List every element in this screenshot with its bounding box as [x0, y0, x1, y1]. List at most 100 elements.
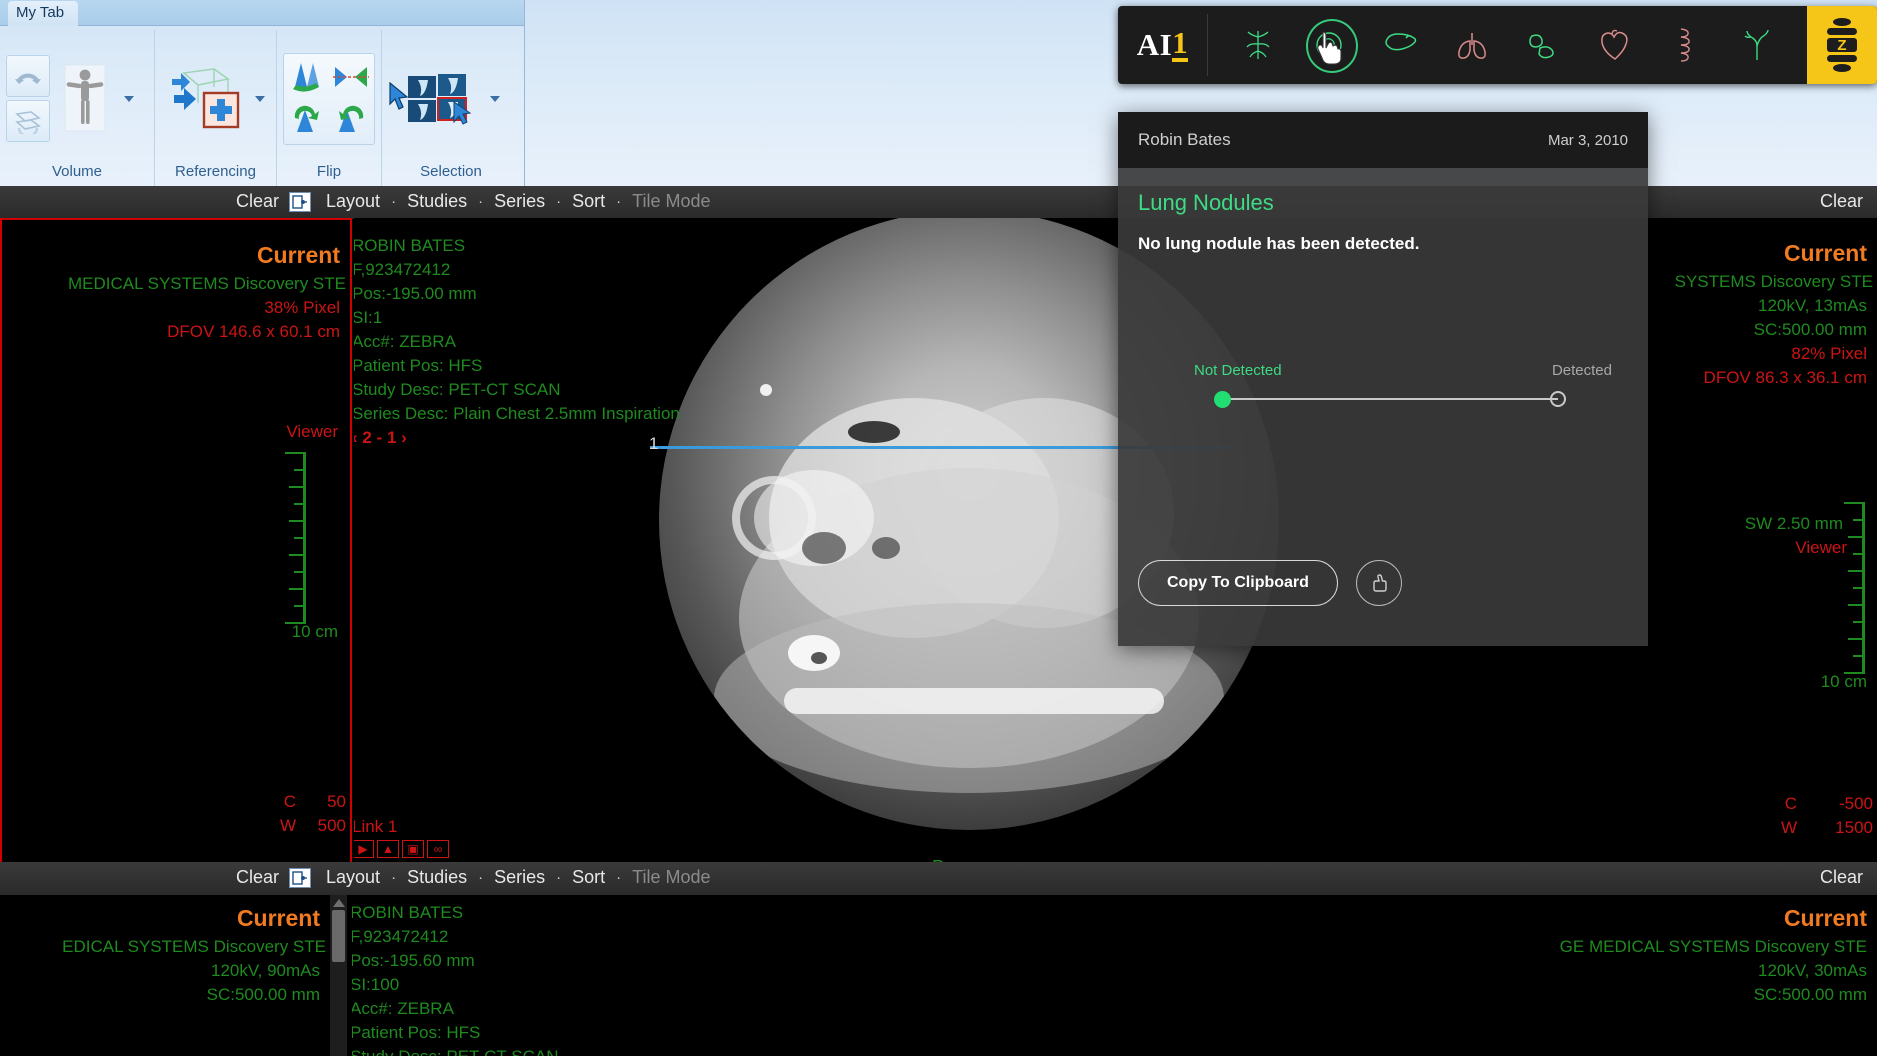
link-indicator: Link 1 ▶ ▲ ▣ ∞	[354, 817, 449, 858]
clear-button-bottom-left[interactable]: Clear	[236, 867, 289, 888]
viewport-toolbar-bottom: Clear Layout · Studies · Series · Sort ·…	[0, 862, 1877, 895]
rotate-right-icon[interactable]	[330, 99, 373, 142]
viewport-pixel-info: 82% Pixel	[1791, 344, 1867, 363]
volume-button-column	[6, 55, 50, 142]
layout-icon[interactable]	[289, 867, 312, 888]
viewport-current-label: Current	[1783, 905, 1867, 931]
viewport-sc-info: SC:500.00 mm	[1753, 320, 1867, 339]
viewport-scrollbar[interactable]	[330, 895, 347, 1056]
viewport-top-left[interactable]: Current MEDICAL SYSTEMS Discovery STE 38…	[0, 218, 352, 872]
selection-dropdown-caret[interactable]	[490, 95, 500, 102]
patient-name: ROBIN BATES	[354, 236, 466, 255]
nerves-icon[interactable]	[1231, 18, 1285, 72]
toolbar-item-tile-mode[interactable]: Tile Mode	[623, 191, 719, 212]
link-chain-icon[interactable]: ∞	[427, 840, 449, 858]
thumbs-down-icon[interactable]	[1355, 560, 1402, 606]
ribbon-group-flip: Flip	[277, 30, 382, 186]
lungs-icon[interactable]	[1445, 18, 1499, 72]
viewport-dfov-info: DFOV 86.3 x 36.1 cm	[1703, 368, 1867, 387]
tab-my-tab[interactable]: My Tab	[8, 1, 79, 26]
scroll-thumb[interactable]	[332, 910, 345, 962]
ruler-label: 10 cm	[1820, 672, 1867, 691]
viewport-patient-overlay: ROBIN BATES F,923472412 Pos:-195.60 mm S…	[352, 901, 558, 1056]
spine-icon[interactable]	[1659, 18, 1713, 72]
flip-horizontal-icon[interactable]	[330, 56, 373, 99]
referencing-icon[interactable]	[167, 57, 247, 141]
toolbar-item-series[interactable]: Series	[485, 191, 554, 212]
ai-panel-body: Lung Nodules No lung nodule has been det…	[1118, 168, 1648, 646]
ribbon-group-label-referencing: Referencing	[175, 163, 256, 180]
layout-icon[interactable]	[289, 191, 312, 212]
reformat-icon[interactable]	[6, 100, 50, 142]
scale-ruler	[285, 452, 306, 624]
viewport-bottom-center[interactable]: ROBIN BATES F,923472412 Pos:-195.60 mm S…	[352, 895, 1877, 1056]
toolbar-item-series[interactable]: Series	[485, 867, 554, 888]
window-center-value: 50	[327, 792, 346, 811]
toolbar-item-layout[interactable]: Layout	[317, 191, 389, 212]
slider-label-detected: Detected	[1551, 362, 1612, 379]
volume-dropdown-caret[interactable]	[124, 95, 134, 102]
copy-to-clipboard-button[interactable]: Copy To Clipboard	[1138, 560, 1338, 606]
rotate-left-icon[interactable]	[286, 99, 329, 142]
clear-button-bottom-right[interactable]: Clear	[1820, 867, 1863, 888]
ai-logo-suffix: 1	[1172, 25, 1189, 62]
patient-id: F,923472412	[352, 927, 449, 946]
ai-panel-header: Robin Bates Mar 3, 2010	[1118, 112, 1648, 168]
vessel-icon[interactable]	[1730, 18, 1784, 72]
clear-button-top-right[interactable]: Clear	[1820, 191, 1863, 212]
toolbar-item-studies[interactable]: Studies	[398, 191, 476, 212]
link-label: Link 1	[354, 817, 398, 836]
flip-vertical-icon[interactable]	[286, 56, 329, 99]
ai-result-panel: Robin Bates Mar 3, 2010 Lung Nodules No …	[1118, 112, 1648, 646]
toolbar-item-sort[interactable]: Sort	[563, 191, 614, 212]
referencing-dropdown-caret[interactable]	[254, 95, 265, 102]
tile-selection-icon[interactable]	[402, 57, 482, 141]
kidneys-icon[interactable]	[1516, 18, 1570, 72]
series-description: Series Desc: Plain Chest 2.5mm Inspirati…	[354, 404, 680, 423]
accession-number: Acc#: ZEBRA	[354, 332, 456, 351]
scroll-up-arrow-icon[interactable]	[332, 899, 345, 907]
liver-icon[interactable]	[1373, 18, 1427, 72]
viewport-scanner-info: EDICAL SYSTEMS Discovery STE	[62, 937, 326, 956]
ai-study-date: Mar 3, 2010	[1547, 131, 1628, 149]
viewport-scanner-info: GE MEDICAL SYSTEMS Discovery STE	[1559, 937, 1867, 956]
ribbon-group-label-flip: Flip	[316, 163, 342, 180]
viewport-viewer-label: Viewer	[286, 422, 338, 441]
up-arrow-icon[interactable]: ▲	[377, 840, 399, 858]
toolbar-separator: ·	[616, 869, 622, 886]
toolbar-item-tile-mode[interactable]: Tile Mode	[623, 867, 719, 888]
viewport-current-label: Current	[256, 242, 340, 268]
ai-slider-labels: Not Detected Detected	[1118, 362, 1648, 379]
viewport-kvp-info: 120kV, 30mAs	[1758, 961, 1867, 980]
ai-logo-prefix: AI	[1136, 27, 1173, 62]
viewport-bottom-left[interactable]: Current EDICAL SYSTEMS Discovery STE 120…	[0, 895, 330, 1056]
brain-icon[interactable]	[1302, 18, 1359, 73]
slice-position: Pos:-195.60 mm	[352, 951, 475, 970]
slider-label-not-detected: Not Detected	[1194, 362, 1282, 379]
toolbar-separator: ·	[478, 193, 484, 210]
heart-icon[interactable]	[1588, 18, 1642, 72]
clear-button-top-left[interactable]: Clear	[236, 191, 289, 212]
toolbar-separator: ·	[616, 193, 622, 210]
volume-icons	[6, 34, 148, 163]
toolbar-item-studies[interactable]: Studies	[398, 867, 476, 888]
toolbar-separator: ·	[391, 869, 397, 886]
slider-knob-active[interactable]	[1214, 391, 1231, 408]
play-icon[interactable]: ▶	[354, 840, 374, 858]
flip-quad	[283, 52, 375, 145]
rotate-icon[interactable]	[6, 55, 50, 97]
slider-knob-inactive[interactable]	[1550, 391, 1566, 407]
ai-patient-name: Robin Bates	[1138, 130, 1231, 149]
image-navigator[interactable]: ‹ 2 - 1 ›	[354, 426, 680, 450]
study-description: Study Desc: PET-CT SCAN	[352, 1045, 558, 1056]
ai-badge-icon[interactable]: Z	[1807, 6, 1877, 84]
body-volume-icon[interactable]	[54, 57, 116, 141]
toolbar-item-sort[interactable]: Sort	[563, 867, 614, 888]
viewport-scanner-info: SYSTEMS Discovery STE	[1674, 272, 1873, 291]
toolbar-item-layout[interactable]: Layout	[317, 867, 389, 888]
camera-icon[interactable]: ▣	[402, 840, 424, 858]
patient-position: Patient Pos: HFS	[354, 356, 483, 375]
ai-detection-slider[interactable]: Not Detected Detected	[1118, 362, 1648, 409]
slice-index: SI:100	[352, 975, 400, 994]
ai-slider-track[interactable]	[1214, 389, 1566, 409]
